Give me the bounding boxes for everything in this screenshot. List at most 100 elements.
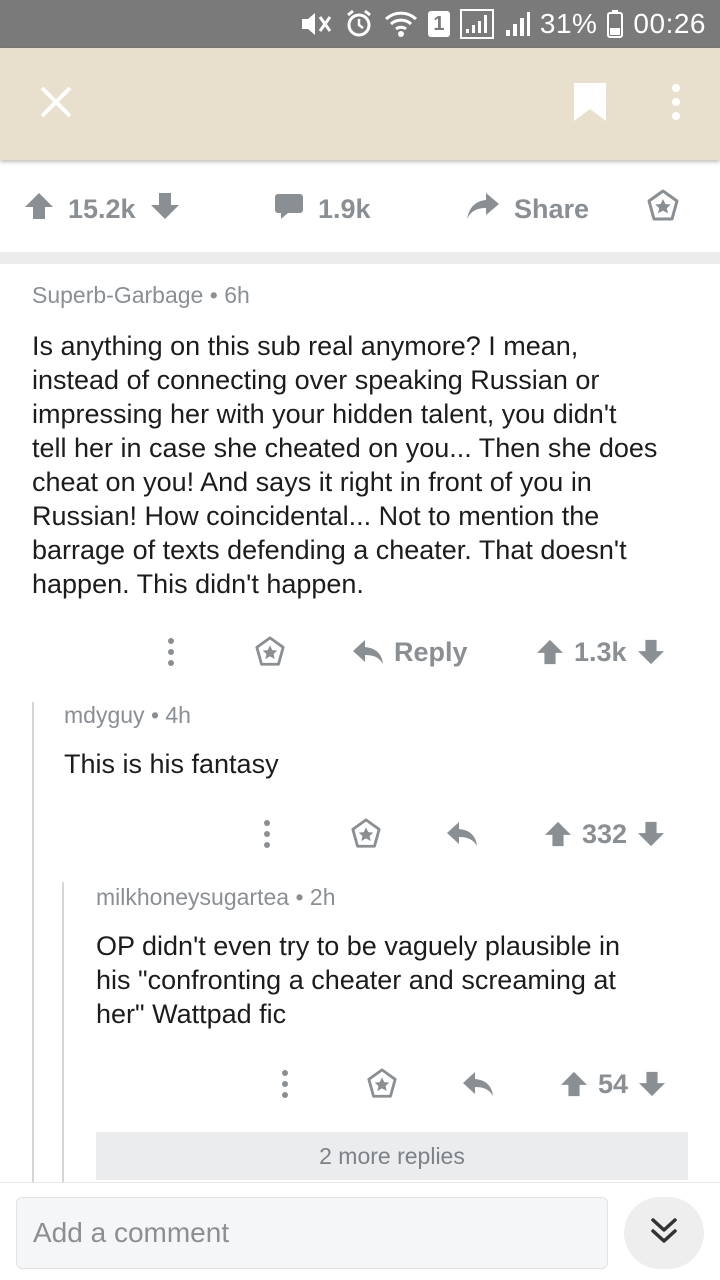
comment-mdyguy: mdyguy • 4h This is his fantasy — [64, 702, 704, 781]
downvote-icon[interactable] — [637, 821, 665, 847]
reply-button[interactable] — [446, 821, 478, 847]
comment-more-button[interactable] — [280, 1069, 290, 1099]
comment-body: Is anything on this sub real anymore? I … — [32, 329, 712, 601]
comment-score: 332 — [582, 818, 628, 849]
comment-author[interactable]: mdyguy — [64, 702, 145, 728]
reply-button[interactable] — [462, 1071, 494, 1097]
more-vertical-icon — [168, 638, 174, 666]
alarm-icon — [344, 9, 374, 39]
comment-meta: mdyguy • 4h — [64, 702, 704, 729]
comment-more-button[interactable] — [166, 637, 176, 667]
award-icon — [367, 1068, 397, 1098]
award-icon — [646, 189, 680, 230]
comment-actions: Reply 1.3k — [0, 627, 720, 677]
upvote-icon[interactable] — [544, 821, 572, 847]
share-label: Share — [514, 193, 590, 224]
comment-superb-garbage: Superb-Garbage • 6h Is anything on this … — [32, 282, 712, 601]
comment-score: 54 — [598, 1068, 629, 1099]
status-clock: 00:26 — [633, 8, 706, 39]
comment-award-button[interactable] — [366, 1068, 398, 1100]
thread-line-level-1 — [32, 702, 34, 1182]
close-icon — [39, 85, 73, 124]
comment-count: 1.9k — [318, 193, 371, 224]
comment-body-line: OP didn't even try to be vaguely plausib… — [96, 931, 620, 961]
more-vertical-icon — [282, 1070, 288, 1098]
comment-award-button[interactable] — [254, 636, 286, 668]
comments-button[interactable]: 1.9k — [274, 168, 371, 250]
comment-actions: 332 — [0, 809, 720, 859]
comment-composer: Add a comment — [0, 1182, 720, 1280]
comment-body-line: Russian! How coincidental... Not to ment… — [32, 501, 600, 531]
comment-age: 2h — [309, 884, 336, 910]
comment-body-line: his "confronting a cheater and screaming… — [96, 965, 616, 995]
comment-body-line: instead of connecting over speaking Russ… — [32, 365, 600, 395]
comment-vote-group: 54 — [560, 1069, 666, 1100]
double-chevron-down-icon — [649, 1216, 679, 1251]
top-toolbar — [0, 48, 720, 160]
reply-label: Reply — [394, 636, 468, 667]
meta-separator: • — [209, 282, 218, 308]
comment-body-line: cheat on you! And says it right in front… — [32, 467, 592, 497]
next-comment-button[interactable] — [624, 1197, 704, 1269]
comment-body: OP didn't even try to be vaguely plausib… — [96, 929, 708, 1031]
sim-badge: 1 — [427, 11, 450, 37]
downvote-icon[interactable] — [150, 192, 180, 227]
upvote-icon[interactable] — [560, 1071, 588, 1097]
reply-icon — [463, 1072, 493, 1096]
comment-age: 6h — [224, 282, 250, 308]
reply-button[interactable]: Reply — [352, 637, 468, 668]
comment-body-line: happen. This didn't happen. — [32, 569, 364, 599]
comment-body-line: barrage of texts defending a cheater. Th… — [32, 535, 627, 565]
comment-meta: milkhoneysugartea • 2h — [96, 884, 708, 911]
downvote-icon[interactable] — [638, 1071, 666, 1097]
downvote-icon[interactable] — [637, 639, 665, 665]
comment-body-line: Is anything on this sub real anymore? I … — [32, 331, 579, 361]
comment-body-line: This is his fantasy — [64, 749, 279, 779]
share-icon — [466, 192, 500, 227]
comment-author[interactable]: milkhoneysugartea — [96, 884, 289, 910]
upvote-icon[interactable] — [536, 639, 564, 665]
battery-icon — [607, 10, 624, 38]
save-post-button[interactable] — [566, 80, 614, 128]
more-replies-button[interactable]: 2 more replies — [96, 1132, 688, 1180]
meta-separator: • — [150, 702, 159, 728]
comment-body-line: her" Wattpad fic — [96, 999, 287, 1029]
post-action-bar: 15.2k 1.9k Share — [0, 168, 720, 250]
comment-icon — [274, 192, 304, 227]
more-vertical-icon — [264, 820, 270, 848]
close-button[interactable] — [30, 78, 82, 130]
add-comment-input[interactable]: Add a comment — [16, 1197, 608, 1269]
comment-age: 4h — [165, 702, 191, 728]
overflow-menu-icon — [671, 83, 681, 125]
comment-vote-group: 332 — [544, 819, 665, 850]
comment-milkhoneysugartea: milkhoneysugartea • 2h OP didn't even tr… — [96, 884, 708, 1031]
award-button[interactable] — [646, 168, 680, 250]
comment-meta: Superb-Garbage • 6h — [32, 282, 712, 309]
share-button[interactable]: Share — [466, 168, 589, 250]
overflow-menu-button[interactable] — [654, 78, 698, 130]
comment-body: This is his fantasy — [64, 747, 704, 781]
thread-line-level-2 — [62, 882, 64, 1182]
section-divider — [0, 252, 720, 264]
wifi-icon — [384, 10, 418, 38]
signal-icon — [504, 10, 530, 38]
mute-icon — [298, 9, 334, 39]
upvote-icon[interactable] — [24, 192, 54, 227]
post-vote-group: 15.2k — [24, 168, 180, 250]
comment-actions: 54 — [0, 1059, 720, 1109]
comment-award-button[interactable] — [350, 818, 382, 850]
comment-body-line: impressing her with your hidden talent, … — [32, 399, 617, 429]
comment-more-button[interactable] — [262, 819, 272, 849]
reply-icon — [353, 640, 383, 664]
post-score: 15.2k — [68, 193, 136, 224]
comment-author[interactable]: Superb-Garbage — [32, 282, 203, 308]
award-icon — [351, 818, 381, 848]
roaming-signal-icon — [459, 9, 494, 39]
status-bar: 1 31% 00:26 — [0, 0, 720, 48]
comment-body-line: tell her in case she cheated on you... T… — [32, 433, 658, 463]
battery-percent: 31% — [539, 8, 598, 39]
app-screen: 1 31% 00:26 15.2k 1.9k Share Superb-Garb… — [0, 0, 720, 1280]
meta-separator: • — [295, 884, 304, 910]
comment-vote-group: 1.3k — [536, 637, 665, 668]
reply-icon — [447, 822, 477, 846]
